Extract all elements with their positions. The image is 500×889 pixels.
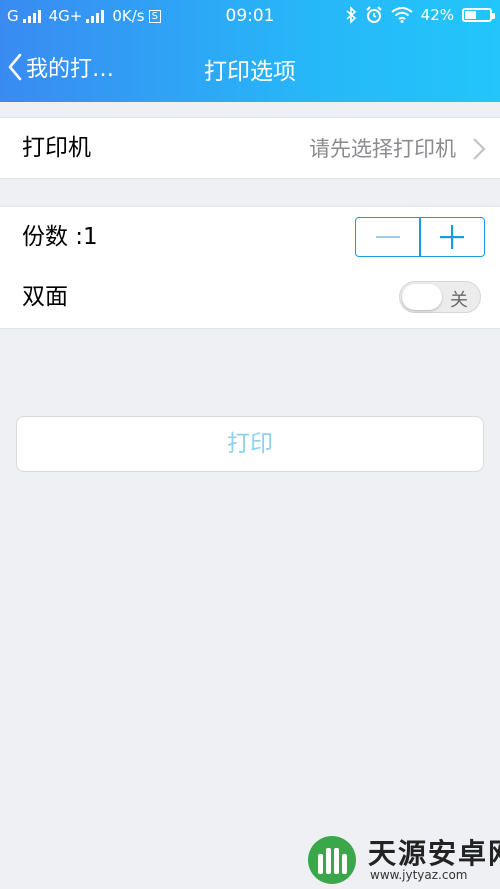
toggle-state-label: 关 [450, 290, 468, 311]
bluetooth-icon [346, 6, 356, 24]
copies-label: 份数 :1 [22, 224, 98, 250]
printer-row[interactable]: 打印机 请先选择打印机 [0, 117, 500, 179]
increment-button[interactable] [421, 218, 484, 256]
watermark-title: 天源安卓网 [368, 837, 500, 870]
page-title: 打印选项 [204, 59, 296, 85]
copies-row: 份数 :1 [0, 206, 500, 268]
toggle-knob [402, 284, 442, 310]
battery-percent: 42% [420, 6, 454, 24]
duplex-label: 双面 [22, 284, 68, 310]
printer-label: 打印机 [22, 135, 91, 161]
duplex-toggle[interactable]: 关 [399, 281, 481, 313]
app-header: G 4G+ 0K/s S 09:01 42% 我的打… 打印选项 [0, 0, 500, 102]
watermark-url: www.jytyaz.com [370, 868, 468, 882]
print-button[interactable]: 打印 [16, 416, 484, 472]
chevron-right-icon [473, 138, 486, 160]
minus-icon [375, 236, 400, 238]
duplex-row: 双面 关 [0, 267, 500, 329]
printer-value: 请先选择打印机 [309, 137, 456, 161]
battery-icon [462, 8, 495, 22]
decrement-button[interactable] [356, 218, 419, 256]
wifi-icon [391, 7, 413, 23]
nav-bar: 我的打… 打印选项 [0, 32, 500, 102]
quantity-stepper [355, 217, 485, 257]
alarm-icon [365, 6, 382, 23]
watermark-logo-icon [308, 836, 356, 884]
plus-icon [440, 225, 465, 249]
watermark: 天源安卓网 www.jytyaz.com [296, 826, 500, 889]
status-bar: G 4G+ 0K/s S 09:01 42% [0, 0, 500, 32]
